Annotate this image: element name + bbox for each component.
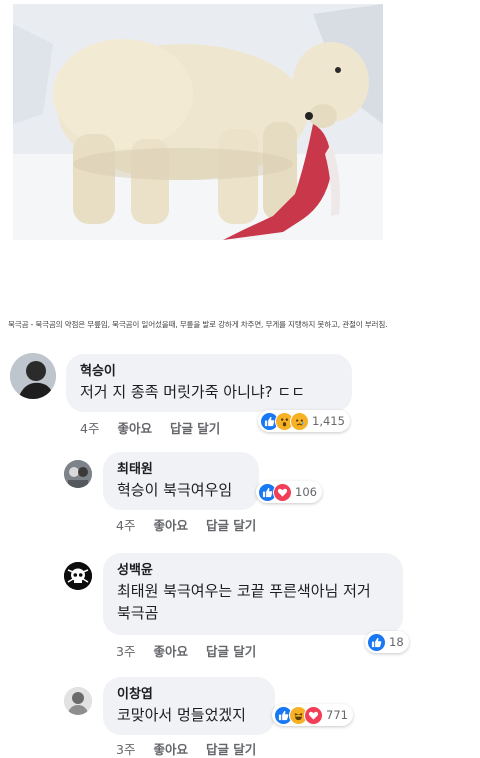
commenter-name[interactable]: 성백윤: [117, 562, 389, 580]
reaction-count: 1,415: [312, 414, 345, 428]
comment-bubble: 성백윤 최태원 북극여우는 코끝 푸른색아님 저거 북극곰: [103, 553, 403, 635]
comment-actions: 3주 좋아요 답글 달기: [116, 641, 270, 660]
comment-time[interactable]: 3주: [116, 742, 135, 757]
post-caption: 북극곰 - 북극곰의 약점은 무릎임, 북극곰이 일어섰을때, 무릎을 발로 강…: [8, 320, 388, 329]
reaction-count: 18: [389, 635, 404, 649]
like-icon: [367, 632, 386, 652]
reply-button[interactable]: 답글 달기: [206, 742, 256, 757]
user-photo-icon: [10, 353, 56, 399]
post-photo[interactable]: [13, 4, 383, 240]
love-icon: [273, 482, 292, 502]
reaction-count: 771: [326, 708, 348, 722]
commenter-name[interactable]: 이창엽: [117, 686, 261, 704]
avatar[interactable]: [64, 562, 92, 590]
reaction-summary[interactable]: 1,415: [258, 410, 350, 432]
like-button[interactable]: 좋아요: [117, 421, 152, 436]
comment-text: 혁승이 북극여우임: [117, 481, 233, 499]
comment-actions: 4주 좋아요 답글 달기: [116, 515, 270, 534]
avatar[interactable]: [10, 353, 56, 399]
reply-button[interactable]: 답글 달기: [206, 644, 256, 659]
skull-icon: [64, 562, 92, 590]
comment-actions: 3주 좋아요 답글 달기: [116, 739, 270, 758]
comment-bubble: 혁승이 저거 지 종족 머릿가죽 아니냐? ㄷㄷ: [66, 354, 352, 412]
avatar[interactable]: [64, 460, 92, 488]
comment-text: 저거 지 종족 머릿가죽 아니냐? ㄷㄷ: [80, 383, 306, 401]
comment-bubble: 최태원 혁승이 북극여우임: [103, 452, 259, 510]
user-photo-icon: [64, 687, 92, 715]
like-button[interactable]: 좋아요: [153, 742, 188, 757]
reply-button[interactable]: 답글 달기: [206, 518, 256, 533]
reply-button[interactable]: 답글 달기: [170, 421, 220, 436]
comment-text: 코맞아서 멍들었겠지: [117, 706, 246, 724]
comment-time[interactable]: 4주: [80, 421, 99, 436]
commenter-name[interactable]: 혁승이: [80, 363, 338, 381]
commenter-name[interactable]: 최태원: [117, 461, 245, 479]
reaction-summary[interactable]: 106: [256, 481, 322, 503]
avatar[interactable]: [64, 687, 92, 715]
sad-icon: [290, 411, 309, 431]
reaction-count: 106: [295, 485, 317, 499]
like-button[interactable]: 좋아요: [153, 644, 188, 659]
comment-time[interactable]: 4주: [116, 518, 135, 533]
comment-bubble: 이창엽 코맞아서 멍들었겠지: [103, 677, 275, 735]
comment-time[interactable]: 3주: [116, 644, 135, 659]
reaction-summary[interactable]: 771: [272, 704, 353, 726]
reaction-summary[interactable]: 18: [365, 631, 409, 653]
comment-text: 최태원 북극여우는 코끝 푸른색아님 저거 북극곰: [117, 582, 371, 622]
love-icon: [304, 705, 323, 725]
like-button[interactable]: 좋아요: [153, 518, 188, 533]
comment-actions: 4주 좋아요 답글 달기: [80, 418, 234, 437]
polar-bear-image: [13, 4, 383, 240]
user-photo-icon: [64, 460, 92, 488]
